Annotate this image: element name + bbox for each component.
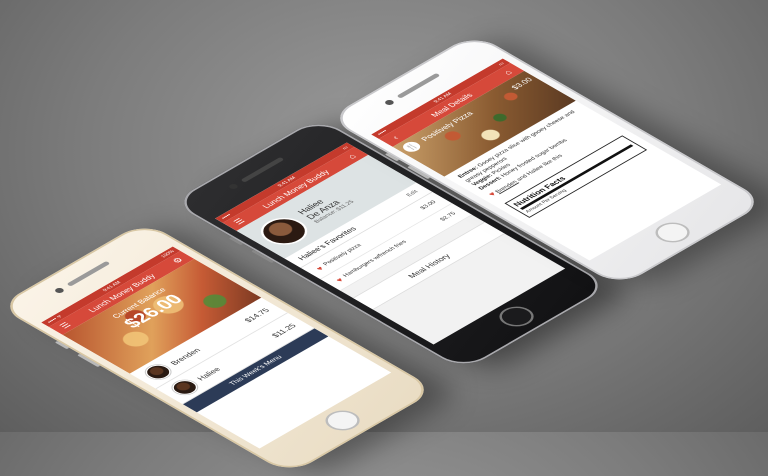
home-button [318,406,367,435]
avatar [167,377,203,398]
mute-switch [228,236,244,246]
home-button [492,302,541,331]
speaker-grille [66,261,111,287]
home-button [648,218,697,247]
edit-button[interactable]: Edit [406,190,420,198]
front-camera-icon [227,183,240,191]
kid-name: Brenden [168,346,203,367]
kid-balance: $14.75 [242,306,272,324]
avatar [140,362,176,382]
fork-knife-icon: 🍴 [399,139,424,154]
kid-name: Haliee [194,365,223,382]
speaker-grille [396,73,441,99]
volume-up-button [251,249,275,264]
heart-icon: ♥ [333,276,346,284]
mockup-scene: ••••• ᯤ 9:41 AM 100% ☰ Lunch Money Buddy… [0,0,768,475]
meal-price: $3.00 [509,76,535,91]
profile-info: Haliee De Anza Balance: $11.25 [296,190,356,224]
mute-switch [54,340,70,350]
favorite-price: $2.75 [439,211,458,222]
front-camera-icon [53,287,66,295]
heart-icon: ♥ [313,264,326,272]
speaker-grille [240,157,285,183]
kid-balance: $11.25 [269,322,298,339]
volume-up-button [77,353,101,368]
favorite-price: $3.00 [419,200,438,211]
front-camera-icon [383,99,396,107]
